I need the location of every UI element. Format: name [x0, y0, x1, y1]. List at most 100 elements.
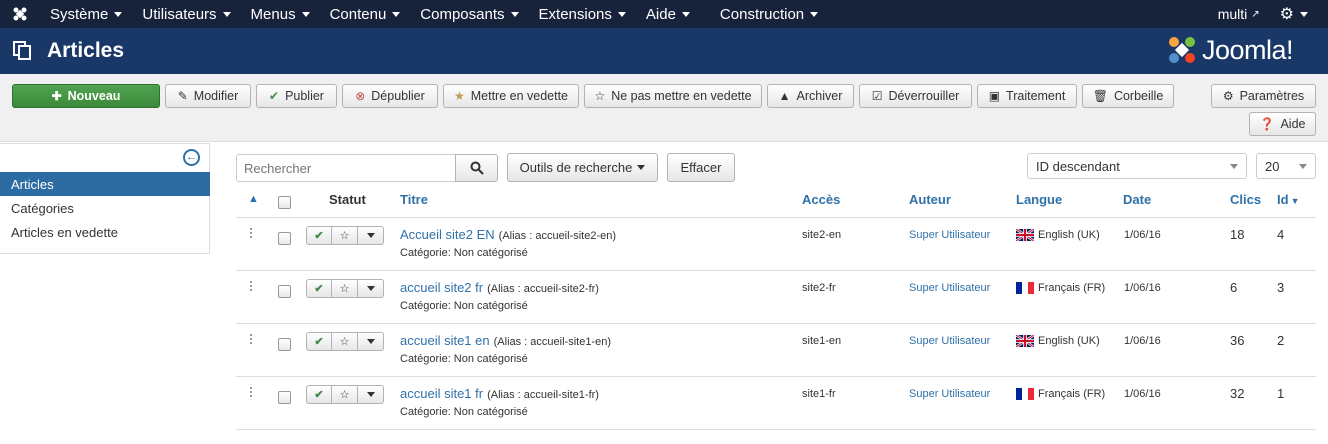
gear-icon: ⚙ [1222, 89, 1234, 103]
options-button[interactable]: ⚙ Paramètres [1211, 84, 1316, 108]
actions-dropdown[interactable] [358, 279, 384, 298]
menu-extensions[interactable]: Extensions [529, 0, 636, 28]
menu-construction-label: Construction [719, 5, 805, 23]
article-id: 4 [1277, 227, 1285, 242]
feature-button[interactable]: ★ Mettre en vedette [443, 84, 579, 108]
published-toggle[interactable]: ✔ [306, 226, 332, 245]
article-date: 1/06/16 [1124, 388, 1161, 400]
article-category: Catégorie: Non catégorisé [400, 353, 528, 365]
sidebar-item-featured[interactable]: Articles en vedette [0, 220, 210, 244]
caret-down-icon [681, 11, 690, 17]
publish-button-label: Publier [285, 89, 324, 103]
archive-button[interactable]: ▲ Archiver [767, 84, 854, 108]
publish-button[interactable]: ✔ Publier [256, 84, 337, 108]
article-language: English (UK) [1038, 229, 1100, 241]
menu-menus[interactable]: Menus [241, 0, 320, 28]
drag-handle-icon[interactable] [249, 228, 253, 240]
joomla-logo-icon[interactable] [0, 0, 40, 28]
sidebar-item-label: Articles en vedette [11, 224, 118, 240]
menu-system[interactable]: Système [40, 0, 132, 28]
edit-button[interactable]: ✎ Modifier [165, 84, 251, 108]
published-toggle[interactable]: ✔ [306, 332, 332, 351]
row-checkbox[interactable] [278, 232, 291, 245]
ordering-select[interactable]: ID descendant [1027, 153, 1247, 179]
plus-circle-icon: ✚ [51, 89, 62, 103]
published-toggle[interactable]: ✔ [306, 385, 332, 404]
table-header-divider [236, 217, 1316, 218]
article-author-link[interactable]: Super Utilisateur [909, 229, 990, 241]
help-button[interactable]: ❓ Aide [1249, 112, 1316, 136]
featured-toggle[interactable]: ☆ [332, 332, 358, 351]
menu-help[interactable]: Aide [636, 0, 700, 28]
article-title-link[interactable]: accueil site1 en (Alias : accueil-site1-e… [400, 333, 611, 348]
user-menu[interactable]: ⚙ [1270, 0, 1328, 28]
article-hits: 6 [1230, 280, 1238, 295]
sidebar-item-articles[interactable]: Articles [0, 172, 210, 196]
batch-icon: ▣ [988, 89, 1001, 103]
brand-name: Joomla! [1202, 34, 1294, 65]
unpublish-button[interactable]: ⊗ Dépublier [342, 84, 438, 108]
column-header-language[interactable]: Langue [1016, 192, 1062, 207]
menu-construction[interactable]: Construction [710, 0, 828, 28]
published-toggle[interactable]: ✔ [306, 279, 332, 298]
actions-dropdown[interactable] [358, 226, 384, 245]
article-title-link[interactable]: accueil site2 fr (Alias : accueil-site2-f… [400, 280, 599, 295]
article-id: 2 [1277, 333, 1285, 348]
article-author-link[interactable]: Super Utilisateur [909, 335, 990, 347]
row-divider [236, 270, 1316, 271]
article-author-link[interactable]: Super Utilisateur [909, 282, 990, 294]
search-tools-label: Outils de recherche [519, 160, 633, 175]
menu-users[interactable]: Utilisateurs [132, 0, 240, 28]
featured-toggle[interactable]: ☆ [332, 279, 358, 298]
menu-components[interactable]: Composants [410, 0, 528, 28]
batch-button[interactable]: ▣ Traitement [977, 84, 1077, 108]
limit-select[interactable]: 20 [1256, 153, 1316, 179]
row-checkbox[interactable] [278, 285, 291, 298]
featured-toggle[interactable]: ☆ [332, 226, 358, 245]
featured-toggle[interactable]: ☆ [332, 385, 358, 404]
drag-handle-icon[interactable] [249, 281, 253, 293]
column-header-id[interactable]: Id ▼ [1277, 192, 1299, 207]
caret-down-icon [222, 11, 231, 17]
actions-dropdown[interactable] [358, 385, 384, 404]
unfeature-button[interactable]: ☆ Ne pas mettre en vedette [584, 84, 762, 108]
trash-button[interactable]: 🗑 Corbeille [1082, 84, 1174, 108]
site-link[interactable]: multi ↗ [1208, 0, 1270, 28]
actions-dropdown[interactable] [358, 332, 384, 351]
article-title: Accueil site2 EN [400, 227, 495, 242]
unpublish-button-label: Dépublier [371, 89, 425, 103]
sidebar: ← Articles Catégories Articles en vedett… [0, 143, 210, 254]
column-header-access[interactable]: Accès [802, 192, 840, 207]
external-link-icon: ↗ [1251, 8, 1260, 20]
article-access: site1-fr [802, 388, 836, 400]
caret-down-icon [510, 11, 519, 17]
clear-button[interactable]: Effacer [667, 153, 735, 182]
sidebar-item-categories[interactable]: Catégories [0, 196, 210, 220]
sort-ordering-icon[interactable]: ▲ [248, 193, 259, 205]
search-button[interactable] [455, 154, 498, 182]
drag-handle-icon[interactable] [249, 334, 253, 346]
column-header-date[interactable]: Date [1123, 192, 1151, 207]
article-author-link[interactable]: Super Utilisateur [909, 388, 990, 400]
row-checkbox[interactable] [278, 391, 291, 404]
menu-users-label: Utilisateurs [142, 5, 217, 23]
search-tools-button[interactable]: Outils de recherche [507, 153, 658, 182]
checkin-button[interactable]: ☑ Déverrouiller [859, 84, 972, 108]
column-header-title[interactable]: Titre [400, 192, 428, 207]
check-icon: ✔ [269, 89, 280, 103]
article-title-link[interactable]: Accueil site2 EN (Alias : accueil-site2-e… [400, 227, 616, 242]
check-all-checkbox[interactable] [278, 196, 291, 209]
search-input[interactable] [236, 154, 456, 182]
column-header-status[interactable]: Statut [329, 192, 366, 207]
article-hits: 36 [1230, 333, 1245, 348]
menu-help-label: Aide [645, 5, 676, 23]
site-link-label: multi [1217, 6, 1248, 22]
row-checkbox[interactable] [278, 338, 291, 351]
column-header-hits[interactable]: Clics [1230, 192, 1261, 207]
collapse-sidebar-icon[interactable]: ← [183, 149, 200, 166]
column-header-author[interactable]: Auteur [909, 192, 951, 207]
new-button[interactable]: ✚ Nouveau [12, 84, 160, 108]
drag-handle-icon[interactable] [249, 387, 253, 399]
menu-content[interactable]: Contenu [320, 0, 411, 28]
article-title-link[interactable]: accueil site1 fr (Alias : accueil-site1-f… [400, 386, 599, 401]
